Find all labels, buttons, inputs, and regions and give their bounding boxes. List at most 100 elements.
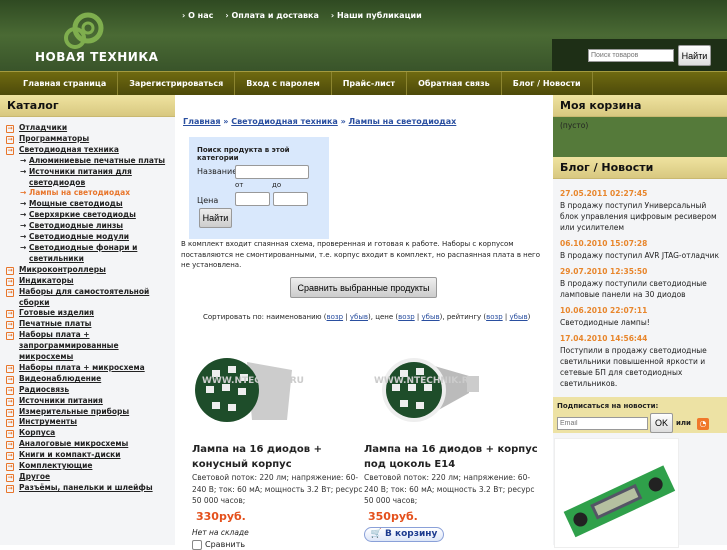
catalog-item-label: Наборы плата + микросхема (19, 362, 145, 372)
arrow-icon: → (6, 463, 14, 472)
catalog-item[interactable]: → Светодиодная техника (6, 145, 175, 156)
rss-icon[interactable]: ◔ (697, 418, 709, 430)
compare-button[interactable]: Сравнить выбранные продукты (290, 277, 437, 298)
news-text[interactable]: Светодиодные лампы! (560, 317, 720, 328)
catalog-item-label: Инструменты (19, 417, 78, 427)
price-to-input[interactable] (273, 192, 308, 206)
price-from-input[interactable] (235, 192, 270, 206)
arrow-icon: → (6, 452, 14, 461)
catalog-item[interactable]: Светодиодные фонари и светильники (6, 243, 175, 265)
from-label: от (235, 181, 244, 189)
product-name[interactable]: Лампа на 16 диодов + конусный корпус (192, 442, 367, 472)
catalog-item[interactable]: Мощные светодиоды (6, 199, 175, 210)
logo-icon (64, 12, 104, 49)
sort-name-asc[interactable]: возр (327, 313, 344, 321)
sort-price-asc[interactable]: возр (398, 313, 415, 321)
news-text[interactable]: В продажу поступил AVR JTAG-отладчик (560, 250, 720, 261)
sort-rating-asc[interactable]: возр (486, 313, 503, 321)
product-name[interactable]: Лампа на 16 диодов + корпус под цоколь E… (364, 442, 539, 472)
or-label: или (676, 419, 691, 427)
cart-empty: (пусто) (560, 121, 589, 130)
catalog-item[interactable]: Алюминиевые печатные платы (6, 156, 175, 167)
catalog-item-label: Микроконтроллеры (19, 264, 106, 274)
top-link-publications[interactable]: › Наши публикации (331, 11, 422, 20)
catalog-item[interactable]: → Комплектующие (6, 461, 175, 472)
catalog-item[interactable]: → Аналоговые микросхемы (6, 439, 175, 450)
catalog-item[interactable]: → Отладчики (6, 123, 175, 134)
arrow-icon: → (6, 310, 14, 319)
breadcrumb-lamps[interactable]: Лампы на светодиодах (349, 117, 457, 126)
catalog-item-label: Измерительные приборы (19, 406, 130, 416)
breadcrumb-led[interactable]: Светодиодная техника (231, 117, 338, 126)
catalog-item[interactable]: Сверхяркие светодиоды (6, 210, 175, 221)
catalog-item-label: Алюминиевые печатные платы (29, 155, 166, 165)
name-input[interactable] (235, 165, 309, 179)
catalog-item[interactable]: → Готовые изделия (6, 308, 175, 319)
name-label: Название (197, 167, 238, 176)
site-search-button[interactable]: Найти (678, 45, 711, 66)
catalog-item-label: Источники питания для светодиодов (29, 166, 132, 187)
catalog-item[interactable]: → Наборы плата + микросхема (6, 363, 175, 374)
catalog-item[interactable]: → Микроконтроллеры (6, 265, 175, 276)
product-image[interactable]: WWW.NTECHNIK.RU (364, 338, 539, 438)
nav-login[interactable]: Вход с паролем (235, 72, 332, 95)
catalog-item[interactable]: → Наборы плата + запрограммированные микр… (6, 330, 175, 363)
catalog-item-label: Светодиодные линзы (29, 221, 124, 231)
catalog-item[interactable]: Источники питания для светодиодов (6, 167, 175, 189)
top-link-delivery[interactable]: › Оплата и доставка (225, 11, 319, 20)
catalog-item[interactable]: → Видеонаблюдение (6, 374, 175, 385)
product-image[interactable]: WWW.NTECHNIK.RU (192, 338, 367, 438)
news-date: 27.05.2011 02:27:45 (560, 189, 648, 198)
news-list: 27.05.2011 02:27:45 В продажу поступил Ун… (553, 179, 727, 408)
product-price: 350руб. (368, 509, 418, 523)
arrow-icon: → (6, 484, 14, 493)
watermark: WWW.NTECHNIK.RU (374, 376, 476, 386)
sort-rating-desc[interactable]: убыв (510, 313, 528, 321)
nav-home[interactable]: Главная страница (12, 72, 119, 95)
news-text[interactable]: Поступили в продажу светодиодные светиль… (560, 345, 720, 389)
catalog-item[interactable]: → Наборы для самостоятельной сборки (6, 287, 175, 309)
catalog-item-label: Лампы на светодиодах (29, 188, 131, 198)
category-description: В комплект входит спаянная схема, провер… (181, 240, 541, 269)
top-link-about[interactable]: › О нас (182, 11, 213, 20)
sort-price-desc[interactable]: убыв (422, 313, 440, 321)
catalog-item-label: Другое (19, 472, 51, 481)
category-search-button[interactable]: Найти (199, 208, 232, 228)
catalog-item[interactable]: → Другое (6, 472, 175, 483)
link-label: Оплата и доставка (231, 11, 319, 20)
catalog-item-label: Книги и компакт-диски (19, 450, 121, 460)
catalog-item[interactable]: → Индикаторы (6, 276, 175, 287)
catalog-item-label: Светодиодные модули (29, 232, 129, 242)
catalog-item[interactable]: Лампы на светодиодах (6, 188, 175, 199)
subscribe-button[interactable]: OK (650, 413, 673, 433)
breadcrumb-home[interactable]: Главная (183, 117, 220, 126)
arrow-icon: → (6, 408, 14, 417)
category-search-form: Поиск продукта в этой категории Название… (189, 137, 329, 239)
news-text[interactable]: В продажу поступили светодиодные ламповы… (560, 278, 720, 300)
catalog-item[interactable]: → Инструменты (6, 417, 175, 428)
nav-register[interactable]: Зарегистрироваться (118, 72, 236, 95)
add-to-cart-button[interactable]: 🛒 В корзину (364, 526, 444, 542)
catalog-item[interactable]: Светодиодные линзы (6, 221, 175, 232)
nav-feedback[interactable]: Обратная связь (407, 72, 502, 95)
catalog-item[interactable]: → Корпуса (6, 428, 175, 439)
catalog-item[interactable]: Светодиодные модули (6, 232, 175, 243)
news-text[interactable]: В продажу поступил Универсальный блок уп… (560, 200, 720, 233)
featured-product-image[interactable] (554, 438, 679, 548)
nav-blog[interactable]: Блог / Новости (502, 72, 593, 95)
main-content: Главная » Светодиодная техника » Лампы н… (175, 95, 553, 550)
nav-price-list[interactable]: Прайс-лист (332, 72, 408, 95)
catalog-item[interactable]: → Источники питания (6, 396, 175, 407)
sort-name-desc[interactable]: убыв (350, 313, 368, 321)
catalog-item[interactable]: → Радиосвязь (6, 385, 175, 396)
catalog-item[interactable]: → Печатные платы (6, 319, 175, 330)
sort-label: ), рейтингу ( (439, 313, 487, 321)
catalog-item-label: Светодиодные фонари и светильники (29, 242, 138, 263)
site-search-input[interactable] (588, 49, 674, 62)
catalog-item-label: Разъёмы, панельки и шлейфы (19, 482, 153, 492)
email-input[interactable] (557, 417, 648, 430)
catalog-item[interactable]: → Разъёмы, панельки и шлейфы (6, 483, 175, 494)
catalog-item[interactable]: → Книги и компакт-диски (6, 450, 175, 461)
catalog-item[interactable]: → Измерительные приборы (6, 407, 175, 418)
catalog-item[interactable]: → Программаторы (6, 134, 175, 145)
